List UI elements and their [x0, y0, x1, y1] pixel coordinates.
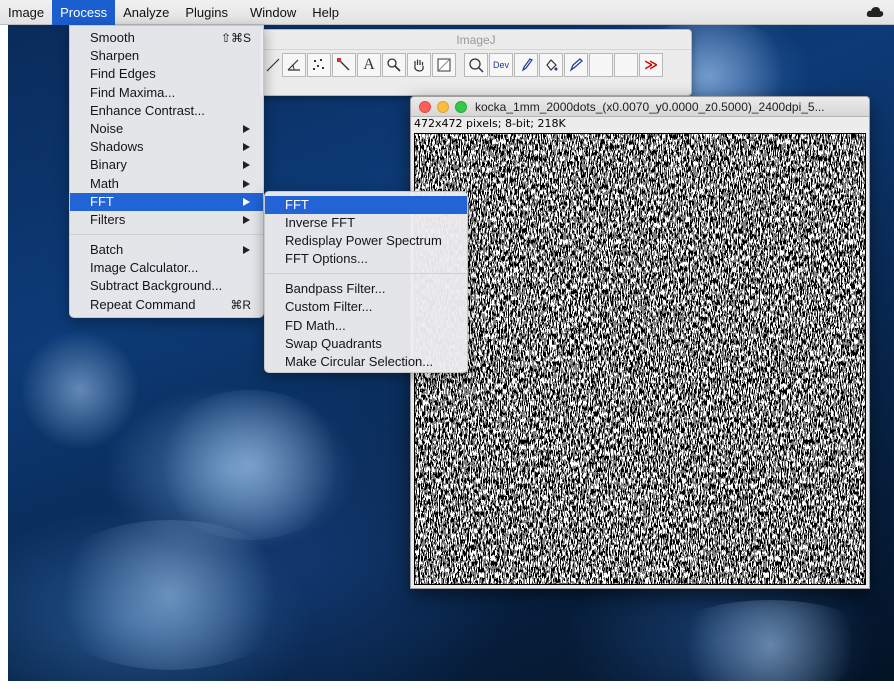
flood-fill-tool-icon[interactable] [539, 53, 563, 77]
empty-tool-slot[interactable] [589, 53, 613, 77]
menu-item-label: Math [90, 175, 119, 191]
hand-tool-icon[interactable] [407, 53, 431, 77]
text-tool-icon[interactable]: A [357, 53, 381, 77]
shortcut-label: ⇧⌘S [220, 31, 251, 45]
submenu-arrow-icon [243, 215, 250, 224]
line-tool-partial-icon[interactable] [265, 53, 281, 77]
shortcut-label: ⌘R [230, 297, 251, 312]
menu-item-swap-quadrants[interactable]: Swap Quadrants [265, 335, 467, 353]
menu-item-label: Smooth [90, 30, 135, 45]
imagej-window-title: ImageJ [261, 30, 691, 50]
menu-bar: Image Process Analyze Plugins Window Hel… [0, 0, 894, 25]
fft-submenu: FFT Inverse FFT Redisplay Power Spectrum… [264, 191, 468, 373]
menu-separator [70, 234, 263, 236]
submenu-arrow-icon [243, 143, 250, 152]
imagej-tool-row: A Dev ≫ [261, 50, 691, 80]
menu-item-image-calculator[interactable]: Image Calculator... [70, 259, 263, 277]
zoom-search-icon[interactable] [464, 53, 488, 77]
menu-item-label: Batch [90, 242, 124, 258]
empty-tool-slot[interactable] [614, 53, 638, 77]
image-canvas[interactable] [414, 133, 866, 585]
imagej-toolbar-window: ImageJ A Dev ≫ [260, 29, 692, 96]
menu-item-binary[interactable]: Binary [70, 156, 263, 174]
menu-item-label: Shadows [90, 139, 144, 155]
menu-item-inverse-fft[interactable]: Inverse FFT [265, 214, 467, 232]
menu-item-repeat-command[interactable]: Repeat Command ⌘R [70, 296, 263, 314]
menu-item-label: Filters [90, 211, 126, 227]
dev-tool-button[interactable]: Dev [489, 53, 513, 77]
menu-item-find-maxima[interactable]: Find Maxima... [70, 84, 263, 102]
menu-item-fd-math[interactable]: FD Math... [265, 317, 467, 335]
menu-image[interactable]: Image [0, 0, 52, 25]
magnifier-tool-icon[interactable] [382, 53, 406, 77]
menu-item-smooth[interactable]: Smooth ⇧⌘S [70, 29, 263, 47]
zoom-window-button[interactable] [455, 101, 467, 113]
menu-help[interactable]: Help [304, 0, 347, 25]
menu-separator [265, 273, 467, 275]
menu-item-shadows[interactable]: Shadows [70, 138, 263, 156]
menu-item-subtract-background[interactable]: Subtract Background... [70, 277, 263, 295]
submenu-arrow-icon [243, 197, 250, 206]
brush-tool-icon[interactable] [514, 53, 538, 77]
image-window-title: kocka_1mm_2000dots_(x0.0070_y0.0000_z0.5… [475, 100, 825, 114]
menu-item-fft-run[interactable]: FFT [265, 196, 467, 215]
menu-item-batch[interactable]: Batch [70, 241, 263, 259]
screen-edge-bottom [0, 681, 894, 689]
screen-edge-left [0, 25, 8, 689]
image-window: kocka_1mm_2000dots_(x0.0070_y0.0000_z0.5… [410, 96, 870, 589]
submenu-arrow-icon [243, 179, 250, 188]
more-tools-icon[interactable]: ≫ [639, 53, 663, 77]
process-menu: Smooth ⇧⌘S Sharpen Find Edges Find Maxima… [69, 25, 264, 318]
color-picker-tool-icon[interactable] [432, 53, 456, 77]
menu-item-bandpass-filter[interactable]: Bandpass Filter... [265, 280, 467, 298]
menu-item-label: Binary [90, 157, 127, 173]
menu-item-filters[interactable]: Filters [70, 211, 263, 229]
menu-item-custom-filter[interactable]: Custom Filter... [265, 298, 467, 316]
menu-item-make-circular-selection[interactable]: Make Circular Selection... [265, 353, 467, 371]
menu-item-fft[interactable]: FFT [70, 192, 263, 211]
menu-item-label: FFT [90, 193, 114, 209]
close-window-button[interactable] [419, 101, 431, 113]
menu-plugins[interactable]: Plugins [177, 0, 236, 25]
menu-item-label: Noise [90, 120, 124, 136]
multipoint-tool-icon[interactable] [307, 53, 331, 77]
angle-tool-icon[interactable] [282, 53, 306, 77]
menu-item-redisplay-power-spectrum[interactable]: Redisplay Power Spectrum [265, 232, 467, 250]
submenu-arrow-icon [243, 161, 250, 170]
menu-process[interactable]: Process [52, 0, 116, 25]
menu-analyze[interactable]: Analyze [115, 0, 177, 25]
menu-item-fft-options[interactable]: FFT Options... [265, 250, 467, 268]
image-info-line: 472x472 pixels; 8-bit; 218K [414, 117, 566, 130]
submenu-arrow-icon [243, 246, 250, 255]
binary-noise-image [415, 134, 865, 584]
menu-item-math[interactable]: Math [70, 175, 263, 193]
pencil-tool-icon[interactable] [564, 53, 588, 77]
submenu-arrow-icon [243, 124, 250, 133]
menu-item-label: Repeat Command [90, 296, 196, 312]
minimize-window-button[interactable] [437, 101, 449, 113]
menu-item-find-edges[interactable]: Find Edges [70, 65, 263, 83]
menu-item-sharpen[interactable]: Sharpen [70, 47, 263, 65]
menu-item-enhance-contrast[interactable]: Enhance Contrast... [70, 102, 263, 120]
menu-item-noise[interactable]: Noise [70, 120, 263, 138]
menu-window[interactable]: Window [236, 0, 304, 25]
cloud-icon[interactable] [866, 6, 884, 18]
image-window-titlebar[interactable]: kocka_1mm_2000dots_(x0.0070_y0.0000_z0.5… [411, 97, 869, 117]
wand-tool-icon[interactable] [332, 53, 356, 77]
